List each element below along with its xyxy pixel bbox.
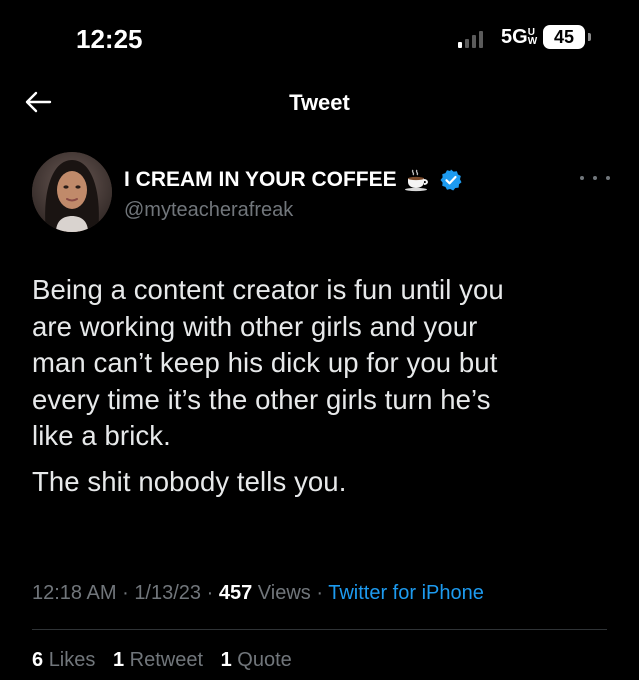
status-bar: 12:25 5GUW 45 [0,0,639,70]
tweet-text: Being a content creator is fun until you… [32,272,612,500]
tweet-paragraph: The shit nobody tells you. [32,465,347,497]
avatar[interactable] [32,152,112,232]
verified-badge-icon [440,169,462,191]
network-indicator: 5GUW [501,26,539,49]
top-nav: Tweet [0,70,639,134]
divider [32,629,607,630]
network-type: 5G [501,26,528,48]
battery-level: 45 [553,26,575,47]
more-horizontal-icon[interactable] [580,168,610,188]
tweet-source-link[interactable]: Twitter for iPhone [328,582,484,604]
separator: · [316,582,324,604]
status-time: 12:25 [76,24,143,54]
retweets-stat[interactable]: 1 Retweet [113,649,203,671]
quotes-label: Quote [237,649,292,671]
tweet-meta: 12:18 AM · 1/13/23 · 457 Views · Twitter… [32,582,484,605]
separator: · [122,582,129,604]
likes-stat[interactable]: 6 Likes [32,649,95,671]
tweet-stats: 6 Likes 1 Retweet 1 Quote [32,649,304,672]
retweets-count: 1 [112,649,125,671]
likes-label: Likes [48,649,96,671]
tweet-paragraph: Being a content creator is fun until you… [32,274,504,451]
profile-photo [32,152,112,232]
display-name-text: I CREAM IN YOUR COFFEE [124,168,397,191]
coffee-cup-icon [404,169,428,192]
battery-icon: 45 [543,25,585,49]
cellular-signal-icon [458,30,483,48]
quotes-stat[interactable]: 1 Quote [221,649,292,671]
quotes-count: 1 [220,649,232,671]
views-count[interactable]: 457 [219,582,252,604]
likes-count: 6 [32,649,44,671]
battery-tip [588,33,591,41]
display-name[interactable]: I CREAM IN YOUR COFFEE [124,168,463,192]
separator: · [206,582,214,604]
tweet-detail: I CREAM IN YOUR COFFEE @myteacherafreak … [0,134,639,680]
network-subtype: UW [527,27,538,47]
tweet-time[interactable]: 12:18 AM [32,582,117,604]
tweet-date[interactable]: 1/13/23 [134,582,201,604]
retweets-label: Retweet [129,649,204,671]
user-handle[interactable]: @myteacherafreak [124,199,293,222]
page-title: Tweet [289,90,350,115]
views-label: Views [257,582,311,604]
